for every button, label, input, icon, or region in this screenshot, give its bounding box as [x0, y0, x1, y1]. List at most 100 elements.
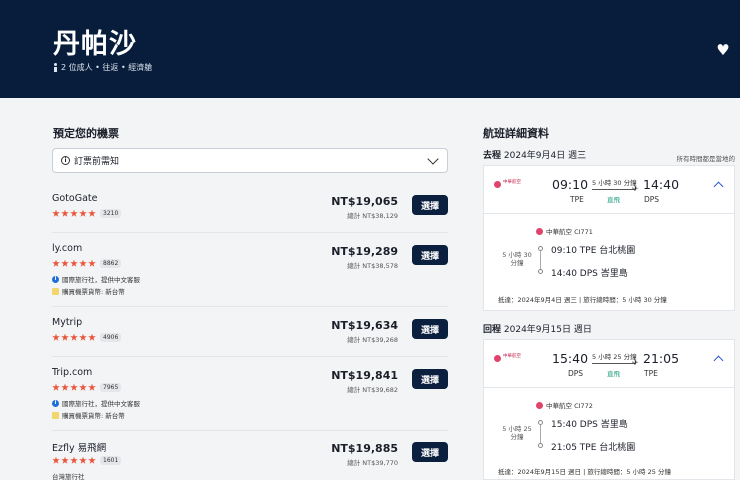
search-header: 丹帕沙 2 位成人 • 往返 • 經濟艙 ♥: [0, 0, 740, 98]
review-count: 4906: [100, 333, 122, 342]
rating: 3210: [52, 209, 122, 218]
dep-detail: 09:10 TPE 台北桃園: [551, 246, 636, 256]
agent-name[interactable]: Mytrip: [52, 317, 82, 328]
price-per-person: NT$19,065: [331, 195, 398, 208]
star-icon: [70, 456, 78, 464]
outbound-label: 去程 2024年9月4日 週三: [483, 148, 586, 161]
arr-detail: 21:05 TPE 台北桃園: [551, 443, 636, 453]
agent-row: Ezfly 易飛網 1601 NT$19,885 總計 NT$39,770 選擇 台灣旅行…: [52, 440, 448, 480]
select-button[interactable]: 選擇: [412, 442, 448, 462]
dep-code: TPE: [570, 195, 584, 204]
notice-label: 訂票前需知: [74, 157, 120, 167]
agent-note-text: 台灣旅行社: [52, 473, 85, 480]
arrival-info: 抵達：2024年9月15日 週日 | 旅行總時間：5 小時 25 分鐘: [498, 468, 671, 476]
airline-logo-text: 中華航空: [503, 354, 521, 359]
select-button[interactable]: 選擇: [412, 245, 448, 265]
info-icon: i: [61, 156, 70, 165]
outbound-label-text: 去程: [483, 151, 502, 161]
currency-icon: [52, 411, 59, 419]
route-line: [592, 363, 636, 364]
arr-code: TPE: [644, 369, 658, 378]
inbound-summary[interactable]: 中華航空 15:40 DPS 5 小時 25 分鐘 ✈ 直飛 21:05 TPE: [484, 340, 734, 388]
star-icon: [88, 333, 96, 341]
plum-blossom-icon: [536, 227, 543, 235]
airline-logo: 中華航空: [494, 180, 528, 190]
plum-blossom-icon: [494, 355, 501, 362]
info-icon: i: [52, 275, 59, 283]
agent-note: 購買機票貨幣: 新台幣: [52, 410, 125, 420]
chevron-up-icon[interactable]: [713, 355, 724, 366]
arr-dot: [538, 443, 543, 448]
total-price: 總計 NT$39,268: [347, 336, 398, 344]
row-divider: [52, 356, 448, 357]
star-icon: [52, 259, 60, 267]
star-icon: [61, 259, 69, 267]
arr-time: 14:40: [643, 177, 680, 192]
agent-name[interactable]: GotoGate: [52, 193, 97, 204]
star-icon: [70, 259, 78, 267]
inbound-label: 回程 2024年9月15日 週日: [483, 322, 592, 335]
star-icon: [52, 333, 60, 341]
price-per-person: NT$19,289: [331, 245, 398, 258]
price-per-person: NT$19,634: [331, 319, 398, 332]
vertical-duration: 5 小時 30 分鐘: [502, 251, 532, 267]
star-icon: [70, 333, 78, 341]
select-button[interactable]: 選擇: [412, 319, 448, 339]
rating: 8862: [52, 259, 122, 268]
heart-icon[interactable]: ♥: [716, 43, 730, 58]
currency-icon: [52, 287, 59, 295]
star-icon: [52, 209, 60, 217]
agent-note: i 國際旅行社，提供中文客服: [52, 398, 140, 408]
star-icon: [79, 383, 87, 391]
outbound-detail: 中華航空 CI771 5 小時 30 分鐘 09:10 TPE 台北桃園 14:…: [484, 214, 734, 312]
star-icon: [70, 209, 78, 217]
agent-name[interactable]: Ezfly 易飛網: [52, 440, 106, 454]
price-per-person: NT$19,885: [331, 442, 398, 455]
vertical-duration: 5 小時 25 分鐘: [502, 425, 532, 441]
review-count: 8862: [100, 259, 122, 268]
inbound-label-text: 回程: [483, 325, 502, 335]
plum-blossom-icon: [536, 401, 543, 409]
timeline: [540, 425, 541, 443]
agent-row: Mytrip 4906 NT$19,634 總計 NT$39,268 選擇: [52, 317, 448, 357]
trip-summary: 2 位成人 • 往返 • 經濟艙: [53, 62, 152, 73]
dep-time: 15:40: [552, 351, 589, 366]
chevron-up-icon[interactable]: [713, 181, 724, 192]
route-line: [592, 189, 636, 190]
chevron-down-icon: [427, 152, 439, 165]
star-icon: [79, 333, 87, 341]
agent-note-text: 國際旅行社，提供中文客服: [62, 276, 140, 284]
airline-logo-text: 中華航空: [503, 180, 521, 185]
outbound-flight-card: 中華航空 09:10 TPE 5 小時 30 分鐘 ✈ 直飛 14:40 DPS…: [483, 165, 735, 311]
destination-title: 丹帕沙: [53, 29, 137, 60]
select-button[interactable]: 選擇: [412, 195, 448, 215]
agent-note-text: 購買機票貨幣: 新台幣: [62, 412, 125, 420]
row-divider: [52, 232, 448, 233]
flight-duration: 5 小時 30 分鐘: [592, 179, 637, 187]
total-price: 總計 NT$38,578: [347, 262, 398, 270]
agent-row: ly.com 8862 NT$19,289 總計 NT$38,578 選擇 i 國際旅行社，…: [52, 243, 448, 307]
flight-number: 中華航空 CI772: [536, 400, 593, 410]
rating: 7965: [52, 383, 122, 392]
star-icon: [52, 383, 60, 391]
agent-name[interactable]: Trip.com: [52, 367, 92, 378]
dep-time: 09:10: [552, 177, 589, 192]
airline-logo: 中華航空: [494, 354, 528, 364]
star-icon: [61, 383, 69, 391]
flight-number: 中華航空 CI771: [536, 226, 593, 236]
star-icon: [61, 209, 69, 217]
select-button[interactable]: 選擇: [412, 369, 448, 389]
flight-duration: 5 小時 25 分鐘: [592, 353, 637, 361]
booking-notice-dropdown[interactable]: i 訂票前需知: [52, 148, 448, 173]
inbound-flight-card: 中華航空 15:40 DPS 5 小時 25 分鐘 ✈ 直飛 21:05 TPE…: [483, 339, 735, 480]
agent-name[interactable]: ly.com: [52, 243, 82, 254]
arrival-info: 抵達：2024年9月4日 週三 | 旅行總時間：5 小時 30 分鐘: [498, 296, 667, 304]
inbound-detail: 中華航空 CI772 5 小時 25 分鐘 15:40 DPS 峇里島 21:0…: [484, 388, 734, 480]
star-icon: [52, 456, 60, 464]
row-divider: [52, 430, 448, 431]
timeline: [540, 251, 541, 269]
review-count: 1601: [100, 456, 122, 465]
inbound-date: 2024年9月15日 週日: [503, 325, 592, 335]
agent-note-text: 購買機票貨幣: 新台幣: [62, 288, 125, 296]
outbound-summary[interactable]: 中華航空 09:10 TPE 5 小時 30 分鐘 ✈ 直飛 14:40 DPS: [484, 166, 734, 214]
